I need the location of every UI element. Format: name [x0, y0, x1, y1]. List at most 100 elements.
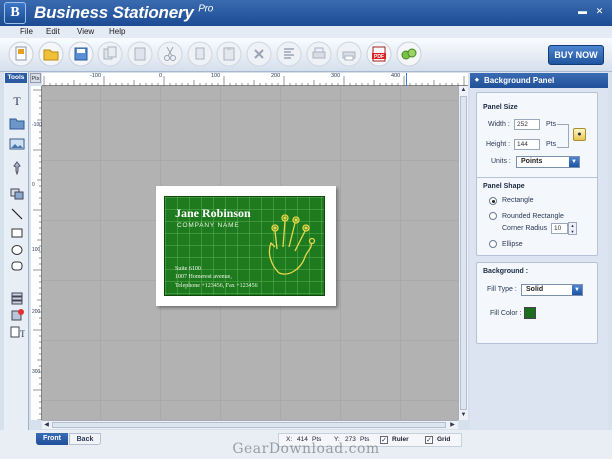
units-value: Points	[521, 158, 543, 165]
open-image-icon[interactable]	[9, 116, 25, 130]
shape-ellipse-radio[interactable]	[489, 240, 497, 248]
divider	[476, 177, 598, 178]
cursor-marker	[406, 73, 407, 86]
scroll-left-icon[interactable]: ◀	[42, 421, 51, 429]
corner-radius-label: Corner Radius	[502, 225, 548, 232]
align-icon[interactable]	[276, 41, 302, 67]
paste-icon[interactable]	[216, 41, 242, 67]
copy-design-icon[interactable]	[97, 41, 123, 67]
effects-icon[interactable]	[9, 308, 25, 322]
pdf-export-icon[interactable]: PDF	[366, 41, 392, 67]
cut-icon[interactable]	[157, 41, 183, 67]
line-tool-icon[interactable]	[9, 207, 25, 221]
new-document-icon[interactable]	[8, 41, 34, 67]
save-icon[interactable]	[68, 41, 94, 67]
fill-color-swatch[interactable]	[524, 307, 536, 319]
card-phone-text[interactable]: Telephone +123456, Fax +123456	[175, 283, 258, 289]
scroll-up-icon[interactable]: ▲	[459, 86, 468, 94]
svg-text:T: T	[13, 94, 21, 107]
shape-rounded-radio[interactable]	[489, 212, 497, 220]
card-name-text[interactable]: Jane Robinson	[175, 206, 251, 221]
print-icon[interactable]	[336, 41, 362, 67]
toolbar: PDF	[0, 38, 612, 72]
app-logo-icon: B	[4, 2, 26, 24]
ruler-label: 0	[32, 182, 35, 188]
tools-label: Tools	[5, 73, 27, 83]
shape-rectangle-label: Rectangle	[502, 197, 534, 204]
background-heading: Background :	[483, 268, 529, 275]
fill-type-select[interactable]: Solid ▼	[521, 284, 583, 296]
corner-radius-input[interactable]	[551, 223, 568, 234]
rectangle-tool-icon[interactable]	[9, 226, 25, 240]
menu-help[interactable]: Help	[109, 27, 125, 36]
chevron-down-icon: ▼	[572, 285, 582, 295]
svg-text:T: T	[20, 329, 25, 339]
image-tool-icon[interactable]	[9, 137, 25, 151]
buy-now-button[interactable]: BUY NOW	[548, 45, 604, 65]
menu-edit[interactable]: Edit	[46, 27, 60, 36]
corner-radius-stepper[interactable]: ▲ ▼	[568, 222, 577, 235]
app-title-text: Business Stationery	[34, 3, 194, 22]
height-input[interactable]	[514, 139, 540, 150]
menu-file[interactable]: File	[20, 27, 33, 36]
fill-type-value: Solid	[526, 286, 544, 293]
vertical-ruler: -100 0 100 200 300	[31, 86, 42, 420]
fill-type-label: Fill Type :	[487, 286, 517, 293]
chevron-down-icon: ▼	[569, 157, 579, 167]
paste-design-icon[interactable]	[127, 41, 153, 67]
print-preview-icon[interactable]	[306, 41, 332, 67]
background-panel-title[interactable]: Background Panel	[470, 73, 608, 88]
width-input[interactable]	[514, 119, 540, 130]
hand-logo-icon[interactable]	[261, 213, 319, 279]
units-select[interactable]: Points ▼	[516, 156, 580, 168]
menu-view[interactable]: View	[77, 27, 94, 36]
scroll-right-icon[interactable]: ▶	[448, 421, 457, 429]
horizontal-ruler: -100 0 100 200 300 400	[42, 73, 468, 86]
card-address-line1[interactable]: Suite 6100	[175, 266, 201, 272]
scroll-thumb[interactable]	[460, 96, 467, 410]
rounded-rect-tool-icon[interactable]	[9, 259, 25, 273]
card-company-text[interactable]: Company Name	[177, 222, 239, 229]
ellipse-tool-icon[interactable]	[9, 243, 25, 257]
shape-rounded-label: Rounded Rectangle	[502, 213, 564, 220]
text-format-icon[interactable]: T	[9, 325, 26, 339]
title-bar: B Business Stationery Pro ▬ ✕	[0, 0, 612, 26]
ruler-label: 100	[211, 73, 221, 79]
copy-icon[interactable]	[187, 41, 213, 67]
shape-ellipse-label: Ellipse	[502, 241, 523, 248]
lock-aspect-icon[interactable]: ●	[573, 128, 586, 141]
ruler-label: 200	[271, 73, 281, 79]
svg-text:PDF: PDF	[374, 54, 384, 60]
card-address-line2[interactable]: 1007 Homerest avenue,	[175, 274, 232, 280]
close-button[interactable]: ✕	[594, 6, 605, 17]
ruler-label: 300	[331, 73, 341, 79]
vertical-scrollbar[interactable]: ▲ ▼	[458, 86, 468, 420]
pin-icon[interactable]	[9, 161, 25, 176]
ruler-label: 200	[32, 309, 41, 315]
watermark-text: GearDownload.com	[232, 441, 380, 457]
stack-icon[interactable]	[9, 291, 25, 305]
app-edition: Pro	[198, 3, 214, 15]
scroll-thumb[interactable]	[52, 422, 446, 428]
business-card[interactable]: Jane Robinson Company Name Suite 6100 10…	[164, 196, 325, 296]
minimize-button[interactable]: ▬	[577, 6, 588, 17]
aspect-link-bracket	[557, 124, 569, 148]
ruler-label: 300	[32, 369, 41, 375]
text-tool-icon[interactable]: T	[9, 93, 25, 108]
layers-icon[interactable]	[9, 187, 25, 201]
panel-shape-heading: Panel Shape	[483, 183, 525, 190]
height-unit: Pts	[546, 141, 557, 148]
share-icon[interactable]	[396, 41, 422, 67]
open-folder-icon[interactable]	[38, 41, 64, 67]
app-title: Business Stationery Pro	[34, 3, 213, 23]
scroll-down-icon[interactable]: ▼	[459, 411, 468, 419]
width-unit: Pts	[546, 121, 557, 128]
delete-icon[interactable]	[246, 41, 272, 67]
units-label: Units :	[491, 158, 511, 165]
panel-size-heading: Panel Size	[483, 104, 518, 111]
horizontal-scrollbar[interactable]: ◀ ▶	[42, 420, 458, 429]
fill-color-label: Fill Color :	[490, 310, 522, 317]
horizontal-ruler-ticks	[43, 76, 465, 86]
shape-rectangle-radio[interactable]	[489, 197, 497, 205]
width-label: Width :	[488, 121, 510, 128]
